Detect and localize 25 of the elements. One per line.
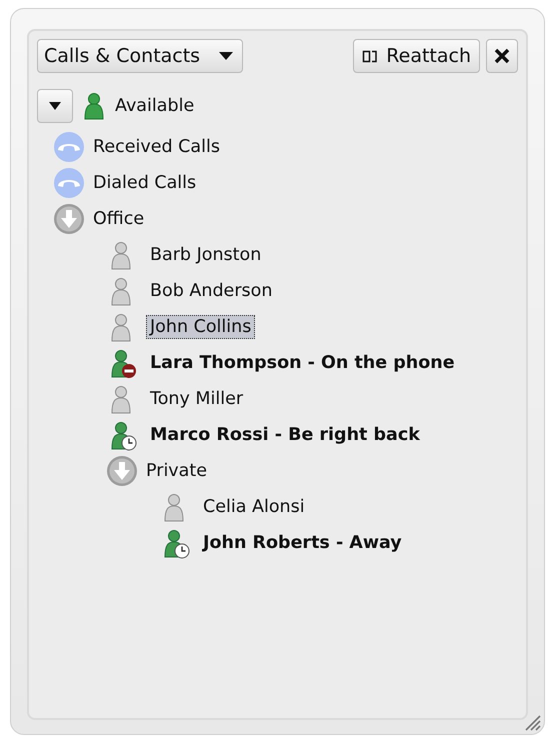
caret-icon (218, 51, 234, 61)
reattach-button[interactable]: Reattach (353, 39, 480, 73)
call-list-item[interactable]: Dialed Calls (93, 173, 196, 193)
reattach-icon (362, 48, 378, 64)
contact-item[interactable]: Celia Alonsi (199, 495, 309, 519)
contact-item[interactable]: Bob Anderson (146, 279, 276, 303)
contact-item[interactable]: Tony Miller (146, 387, 248, 411)
contact-item[interactable]: Marco Rossi - Be right back (146, 423, 424, 447)
phone-icon (53, 167, 85, 199)
arrow-circle-icon[interactable] (53, 203, 85, 235)
caret-icon (48, 101, 62, 111)
close-button[interactable] (486, 39, 518, 73)
arrow-circle-icon[interactable] (106, 455, 138, 487)
group-label[interactable]: Private (146, 461, 208, 481)
contact-item[interactable]: John Collins (146, 315, 256, 339)
call-list-item[interactable]: Received Calls (93, 137, 220, 157)
view-dropdown[interactable]: Calls & Contacts (37, 39, 244, 73)
contact-item[interactable]: Barb Jonston (146, 243, 266, 267)
contact-item[interactable]: John Roberts - Away (199, 531, 406, 555)
contact-item[interactable]: Lara Thompson - On the phone (146, 351, 459, 375)
presence-status: Available (115, 96, 194, 116)
close-icon (493, 47, 511, 65)
group-label[interactable]: Office (93, 209, 144, 229)
phone-icon (53, 131, 85, 163)
status-menu-button[interactable] (37, 89, 73, 123)
